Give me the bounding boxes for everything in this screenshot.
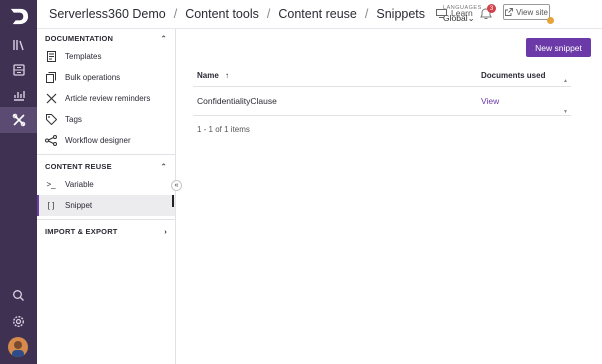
app-logo[interactable] bbox=[7, 5, 30, 28]
bulk-icon bbox=[45, 72, 57, 83]
external-link-icon bbox=[505, 8, 514, 16]
scroll-down-icon[interactable]: ▼ bbox=[563, 109, 568, 115]
sidebar-item-snippet[interactable]: [ ] Snippet bbox=[37, 195, 175, 216]
analytics-icon[interactable] bbox=[0, 82, 37, 108]
template-icon bbox=[45, 51, 57, 62]
sidebar-item-label: Snippet bbox=[65, 201, 93, 210]
user-avatar[interactable] bbox=[8, 337, 28, 357]
sidebar-item-article-review-reminders[interactable]: Article review reminders bbox=[37, 88, 175, 109]
search-icon[interactable] bbox=[0, 282, 37, 308]
sidebar-item-label: Workflow designer bbox=[65, 136, 131, 145]
chevron-right-icon: › bbox=[164, 226, 167, 236]
snippet-name[interactable]: ConfidentialityClause bbox=[193, 96, 481, 106]
section-title: IMPORT & EXPORT bbox=[45, 226, 118, 236]
table-header: Name ↑ Documents used bbox=[193, 65, 571, 87]
content-tools-icon[interactable] bbox=[0, 107, 37, 133]
sort-ascending-icon: ↑ bbox=[225, 71, 230, 80]
app-rail bbox=[0, 0, 37, 364]
sidebar-item-label: Article review reminders bbox=[65, 94, 151, 103]
column-header-documents-used: Documents used bbox=[481, 71, 546, 80]
content-tools-sidebar: DOCUMENTATION ⌃ Templates Bulk operation… bbox=[37, 29, 176, 364]
learn-label: Learn bbox=[451, 8, 473, 18]
breadcrumb-item-content-tools[interactable]: Content tools bbox=[185, 7, 259, 21]
scroll-up-icon[interactable]: ▲ bbox=[563, 78, 568, 84]
main-content: New snippet Name ↑ Documents used Confid… bbox=[177, 29, 602, 364]
breadcrumb-separator: / bbox=[266, 7, 271, 21]
archive-icon[interactable] bbox=[0, 57, 37, 83]
sidebar-item-label: Templates bbox=[65, 52, 102, 61]
breadcrumb-item-workspace[interactable]: Serverless360 Demo bbox=[49, 7, 166, 21]
variable-icon: >_ bbox=[46, 180, 56, 189]
tag-icon bbox=[45, 114, 57, 125]
view-site-button[interactable]: View site bbox=[503, 4, 550, 20]
learn-button[interactable]: Learn bbox=[436, 8, 473, 18]
section-title: DOCUMENTATION bbox=[45, 33, 114, 43]
section-title: CONTENT REUSE bbox=[45, 161, 112, 171]
sidebar-item-label: Variable bbox=[65, 180, 94, 189]
sidebar-item-variable[interactable]: >_ Variable bbox=[37, 174, 175, 195]
review-icon bbox=[45, 93, 57, 104]
pagination-info: 1 - 1 of 1 items bbox=[197, 125, 250, 134]
monitor-icon bbox=[436, 8, 447, 18]
chevron-up-icon: ⌃ bbox=[160, 161, 167, 171]
settings-gear-icon[interactable] bbox=[0, 308, 37, 334]
sidebar-item-label: Bulk operations bbox=[65, 73, 121, 82]
text-cursor bbox=[172, 195, 174, 207]
sidebar-item-workflow-designer[interactable]: Workflow designer bbox=[37, 130, 175, 151]
sidebar-item-bulk-operations[interactable]: Bulk operations bbox=[37, 67, 175, 88]
divider bbox=[37, 219, 175, 220]
section-documentation[interactable]: DOCUMENTATION ⌃ bbox=[37, 30, 175, 46]
sidebar-item-tags[interactable]: Tags bbox=[37, 109, 175, 130]
breadcrumb-item-snippets: Snippets bbox=[376, 7, 426, 21]
snippets-table: Name ↑ Documents used ConfidentialityCla… bbox=[193, 65, 571, 116]
view-site-label: View site bbox=[516, 7, 548, 17]
section-import-export[interactable]: IMPORT & EXPORT › bbox=[37, 223, 175, 239]
new-snippet-button[interactable]: New snippet bbox=[526, 38, 591, 57]
breadcrumb-separator: / bbox=[173, 7, 178, 21]
chevron-up-icon: ⌃ bbox=[160, 33, 167, 43]
view-site-status-dot bbox=[547, 17, 554, 24]
view-documents-link[interactable]: View bbox=[481, 96, 571, 106]
table-scrollbar[interactable]: ▲ ▼ bbox=[562, 78, 569, 115]
breadcrumb-separator: / bbox=[364, 7, 369, 21]
library-icon[interactable] bbox=[0, 32, 37, 58]
sidebar-item-label: Tags bbox=[65, 115, 82, 124]
snippet-icon: [ ] bbox=[47, 201, 55, 210]
notification-count-badge: 3 bbox=[487, 4, 496, 13]
workflow-icon bbox=[45, 135, 57, 146]
breadcrumb: Serverless360 Demo / Content tools / Con… bbox=[49, 7, 425, 21]
section-content-reuse[interactable]: CONTENT REUSE ⌃ bbox=[37, 158, 175, 174]
sidebar-item-templates[interactable]: Templates bbox=[37, 46, 175, 67]
breadcrumb-item-content-reuse[interactable]: Content reuse bbox=[278, 7, 357, 21]
divider bbox=[37, 154, 175, 155]
column-header-name[interactable]: Name ↑ bbox=[193, 71, 481, 80]
table-row[interactable]: ConfidentialityClause View bbox=[193, 87, 571, 116]
